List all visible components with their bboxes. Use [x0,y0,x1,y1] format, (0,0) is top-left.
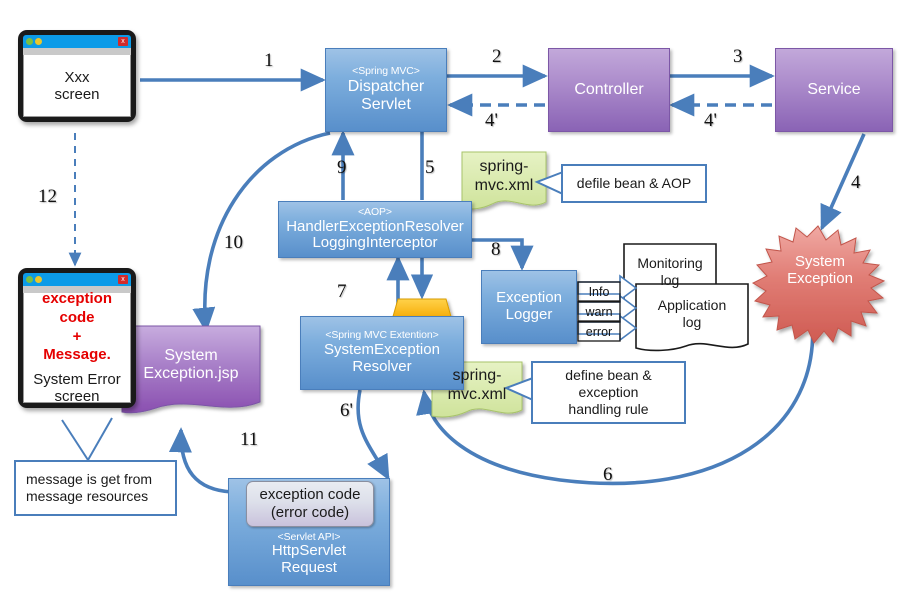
flow-number-10: 10 [224,232,243,253]
log-level-warn: warn [585,305,613,319]
dispatcher-line2: Servlet [361,95,411,113]
xml-bottom-line2: mvc.xml [447,386,507,403]
aop-note-line1: defile bean & AOP [576,174,692,191]
resolver-line2: Resolver [352,357,412,375]
error-code-text: exception code [41,290,113,326]
window-content: Xxx screen [23,55,131,117]
application-log-text: Application log [636,284,748,348]
close-icon[interactable]: x [118,275,128,284]
flow-number-1: 1 [264,50,274,71]
window-dot-yellow [35,276,42,283]
error-screen-line1: System Error [33,371,121,388]
aop-stereotype: <AOP> [358,205,392,218]
flow-number-9: 9 [337,157,347,178]
error-screen-line2: screen [54,388,100,405]
error-window-content: exception code + Message. System Error s… [23,290,131,405]
error-plus-text: + [72,327,82,345]
aop-handler-exception-resolver-node[interactable]: <AOP> HandlerExceptionResolver LoggingIn… [278,201,472,258]
window-dot-green [26,276,33,283]
exception-logger-node[interactable]: Exception Logger [481,270,577,344]
service-label: Service [807,81,861,99]
flow-number-8: 8 [491,239,501,260]
xxx-screen-window: x Xxx screen [18,30,136,122]
jsp-line2: Exception.jsp [143,365,239,382]
flow-number-5: 5 [425,157,435,178]
flow-number-4prime-right: 4' [704,110,717,131]
message-note-line2: message resources [26,488,149,504]
aop-note: defile bean & AOP [561,164,707,203]
exception-handling-note: define bean & exception handling rule [531,361,686,424]
message-resources-note: message is get from message resources [14,460,177,516]
spring-mvc-xml-bottom[interactable]: spring- mvc.xml [432,362,522,416]
exception-note-line2: exception [578,383,639,400]
log-level-info: Info [588,285,610,299]
flow-number-2: 2 [492,46,502,67]
system-exception-jsp-label[interactable]: System Exception.jsp [122,330,260,400]
message-note-line1: message is get from [26,470,153,487]
exception-code-box[interactable]: exception code (error code) [246,481,374,527]
flow-number-7: 7 [337,281,347,302]
xxx-screen-line1: Xxx [64,68,90,86]
flow-number-6prime: 6' [340,400,353,421]
system-error-screen-window: x exception code + Message. System Error… [18,268,136,408]
flow-number-3: 3 [733,46,743,67]
flow-number-4prime-left: 4' [485,110,498,131]
flow-number-6: 6 [603,464,613,485]
dispatcher-line1: Dispatcher [347,77,425,95]
close-icon[interactable]: x [118,37,128,46]
flow-number-12: 12 [38,186,57,207]
window-titlebar: x [23,35,131,48]
error-window-titlebar: x [23,273,131,286]
request-line1: HttpServlet [271,542,347,560]
exception-code-line1: exception code [259,486,361,504]
window-dot-yellow [35,38,42,45]
xml-bottom-line1: spring- [452,367,502,385]
xml-top-line2: mvc.xml [474,177,534,194]
dispatcher-servlet-node[interactable]: <Spring MVC> Dispatcher Servlet [325,48,447,132]
dispatcher-stereotype: <Spring MVC> [352,65,420,78]
controller-node[interactable]: Controller [548,48,670,132]
logger-line2: Logger [505,306,553,323]
log-level-error: error [585,325,613,339]
monitoring-log-line1: Monitoring [637,254,703,271]
xml-top-text: spring- mvc.xml [462,152,546,208]
jsp-line1: System [164,346,218,364]
window-toolbar [23,48,131,55]
logger-line1: Exception [496,289,562,307]
xml-top-line1: spring- [479,158,529,176]
error-message-text: Message. [43,346,111,364]
application-log-line1: Application [657,296,727,313]
spring-mvc-xml-top[interactable]: spring- mvc.xml [462,152,546,208]
application-log-line2: log [682,313,702,330]
xml-bottom-text: spring- mvc.xml [432,362,522,416]
aop-line1: HandlerExceptionResolver [286,217,464,235]
flow-number-4: 4 [851,172,861,193]
service-node[interactable]: Service [775,48,893,132]
application-log-doc: Application log [636,284,748,348]
aop-line2: LoggingInterceptor [312,234,438,252]
controller-label: Controller [574,81,644,99]
window-dot-green [26,38,33,45]
exception-code-line2: (error code) [270,504,350,521]
request-line2: Request [281,559,337,577]
system-exception-line1: System [794,252,845,270]
xxx-screen-line2: screen [54,85,100,103]
flow-number-11: 11 [240,429,259,450]
exception-note-line1: define bean & [565,366,652,383]
diagram-canvas: x Xxx screen x exception code + Message.… [0,0,910,594]
system-exception-line2: Exception [787,270,853,287]
resolver-line1: SystemException [324,341,440,359]
system-exception-label: System Exception [760,245,880,295]
exception-note-line3: handling rule [568,401,649,418]
